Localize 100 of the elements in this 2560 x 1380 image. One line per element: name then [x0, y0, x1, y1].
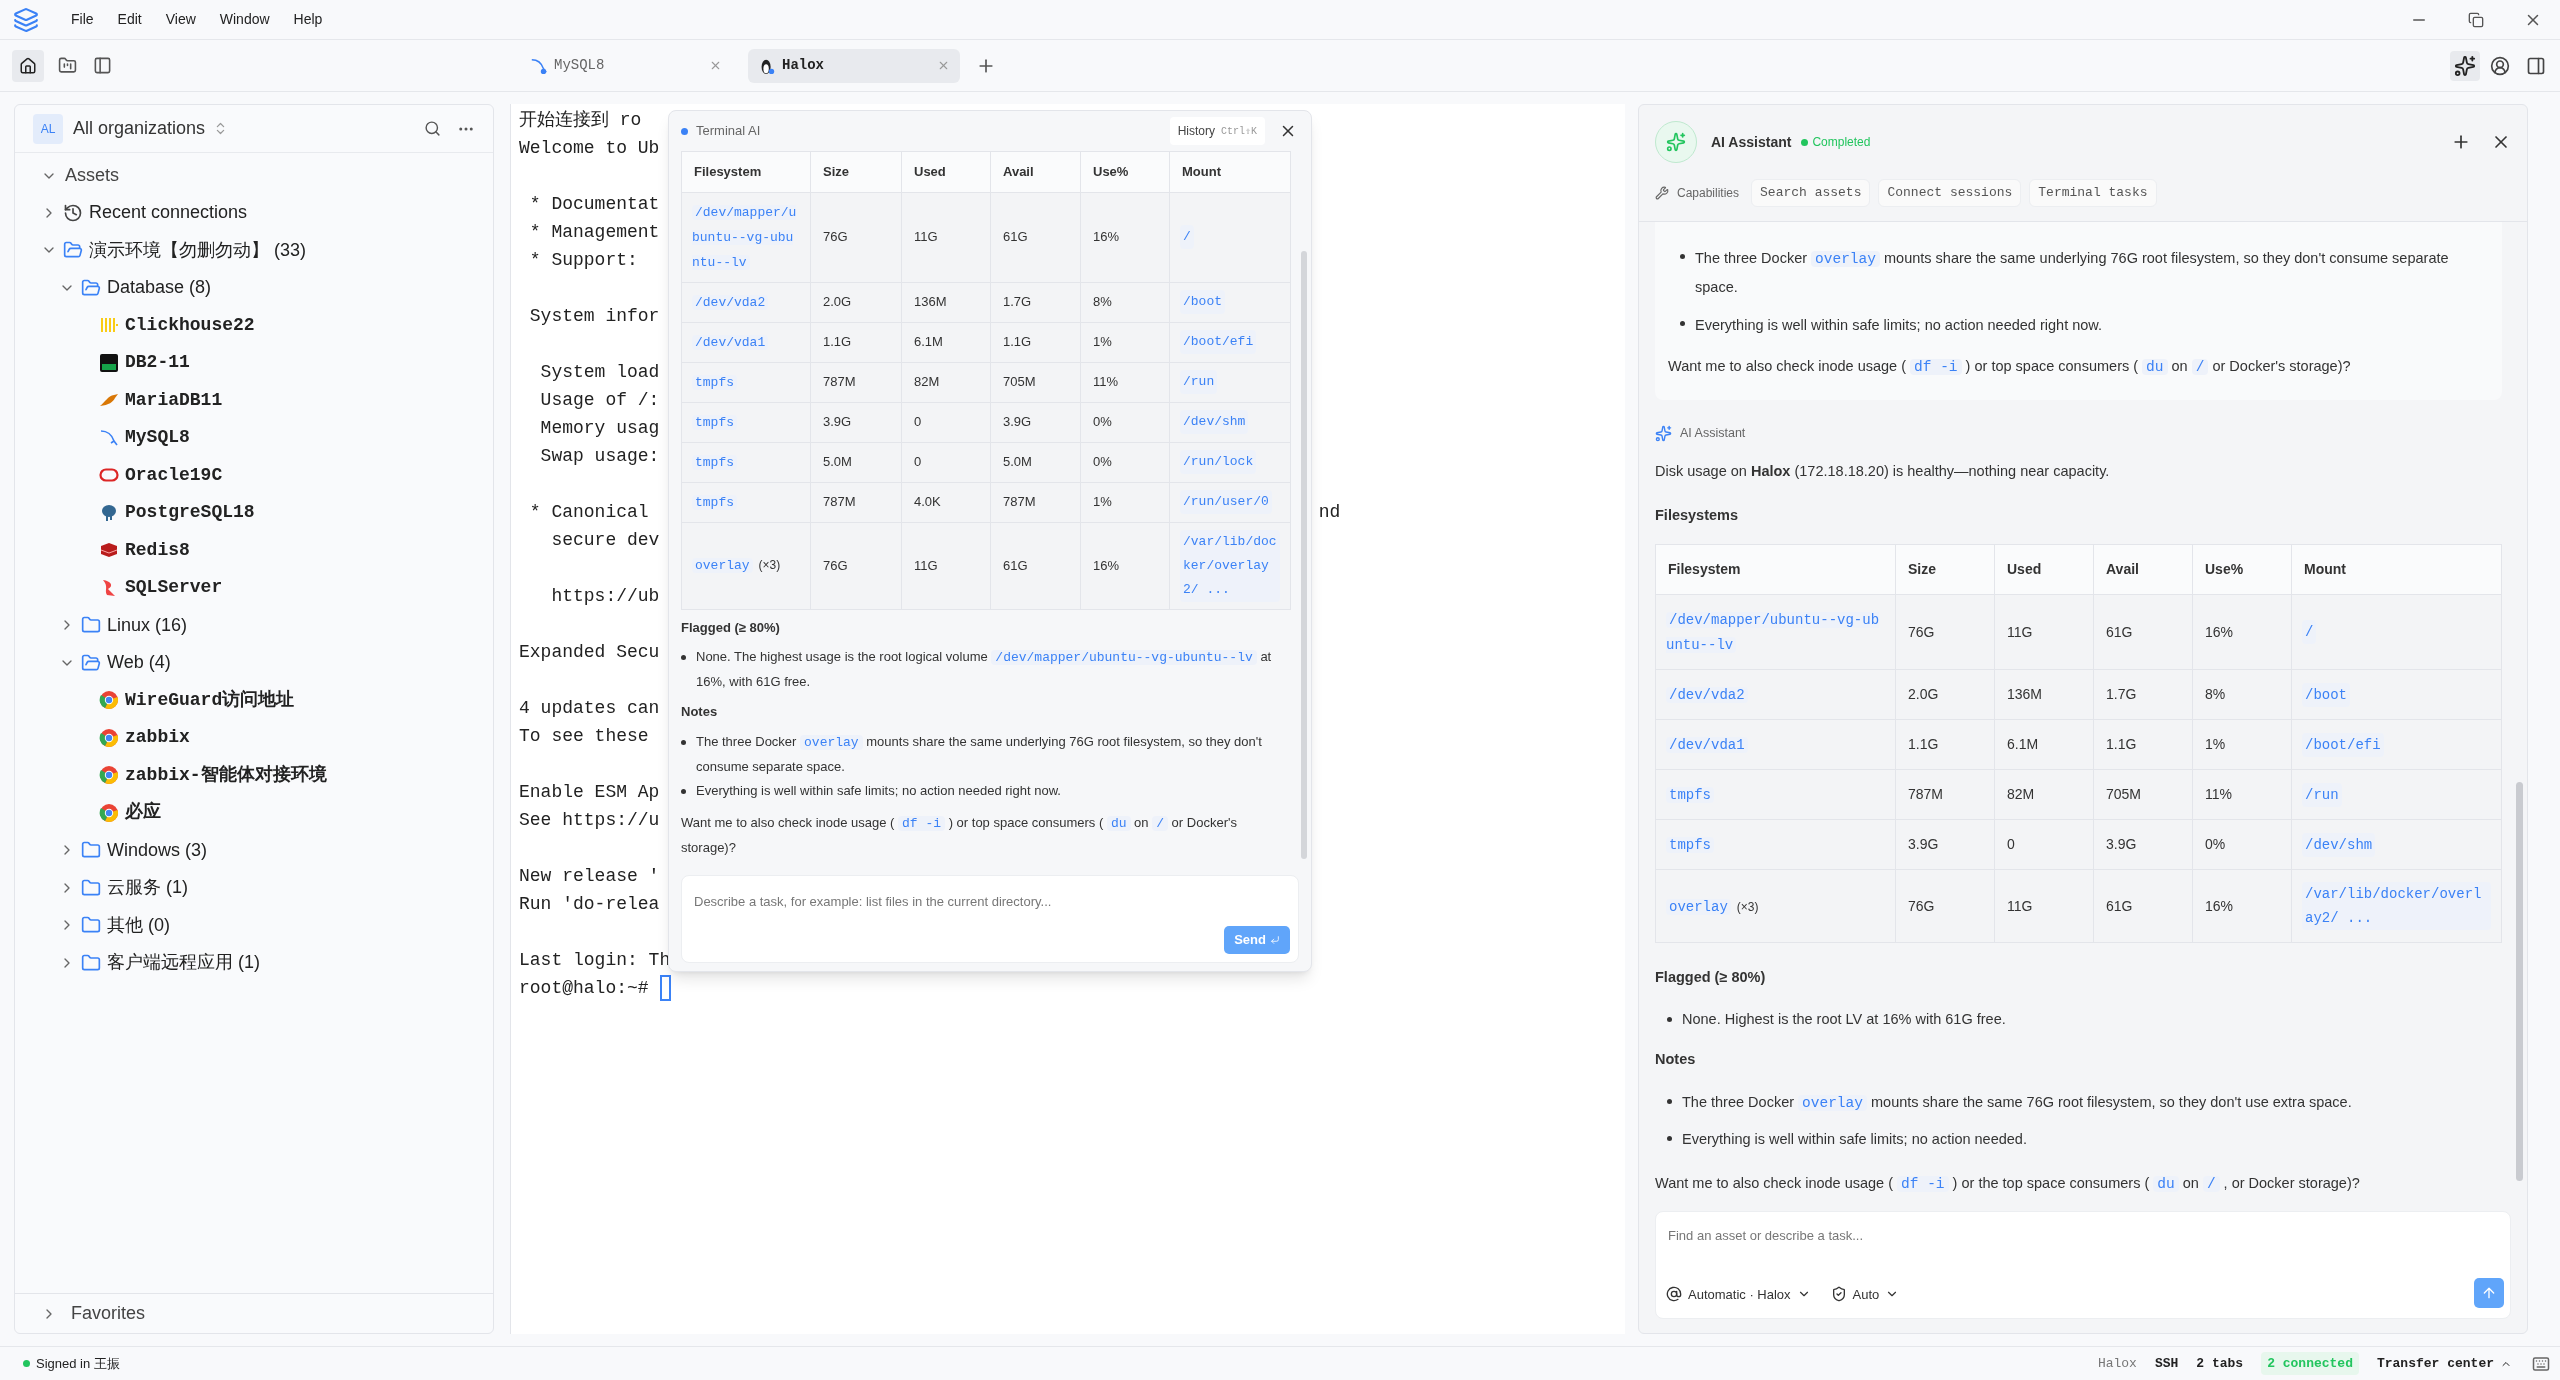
table-cell: 1.1G — [2094, 720, 2193, 770]
tree-item[interactable]: MySQL8 — [15, 419, 493, 457]
mode-selector[interactable]: Auto — [1830, 1284, 1900, 1304]
sparkle-icon — [1655, 424, 1672, 442]
transfer-center-button[interactable]: Transfer center — [2376, 1353, 2512, 1374]
panel-toggle-icon[interactable] — [2526, 55, 2546, 76]
bullet-icon — [681, 739, 686, 745]
table-cell: /boot — [2292, 670, 2501, 720]
table-cell: 16% — [1081, 522, 1170, 609]
table-cell: /boot — [1170, 282, 1290, 322]
table-cell: 5.0M — [811, 442, 902, 482]
tree-item[interactable]: Windows (3) — [15, 831, 493, 869]
capability-chip[interactable]: Search assets — [1751, 179, 1871, 207]
tree-item[interactable]: Redis8 — [15, 531, 493, 569]
table-cell: /dev/vda2 — [682, 282, 811, 322]
capability-chip[interactable]: Connect sessions — [1878, 179, 2022, 207]
table-cell: 61G — [2094, 595, 2193, 670]
menu-item[interactable]: Help — [281, 9, 335, 30]
menu-item[interactable]: File — [59, 9, 106, 30]
tree-item[interactable]: 必应 — [15, 794, 493, 832]
table-cell: 76G — [1896, 870, 1995, 943]
terminal-line: Welcome to Ub — [519, 137, 660, 160]
terminal-line: See https://u — [519, 809, 660, 832]
table-cell: 1% — [2193, 720, 2292, 770]
tree-item[interactable]: 其他 (0) — [15, 906, 493, 944]
org-selector[interactable]: All organizations — [73, 115, 229, 142]
terminal-line: * Management — [528, 221, 660, 244]
tree-item[interactable]: Linux (16) — [15, 606, 493, 644]
terminal-line: secure dev — [550, 529, 660, 552]
popup-title: Terminal AI — [696, 122, 761, 141]
chat-input[interactable]: Find an asset or describe a task... Automatic · Halox Auto — [1655, 1211, 2511, 1319]
table-cell: / — [2292, 595, 2501, 670]
terminal-line: Usage of /: — [539, 389, 660, 412]
folder-icon — [81, 915, 101, 936]
tree-item[interactable]: Web (4) — [15, 644, 493, 682]
sidebar-toggle-icon[interactable] — [93, 56, 112, 75]
tabs-count: 2 tabs — [2196, 1354, 2244, 1373]
tab[interactable]: MySQL8 — [520, 48, 732, 83]
column-header: Mount — [2303, 560, 2347, 580]
tree-item[interactable]: 云服务 (1) — [15, 869, 493, 907]
table-cell: 705M — [2094, 770, 2193, 820]
folder-icon[interactable] — [58, 56, 77, 75]
tree-item[interactable]: SQLServer — [15, 569, 493, 607]
tree-item[interactable]: Database (8) — [15, 269, 493, 307]
ai-button[interactable] — [2450, 50, 2480, 81]
tab[interactable]: Halox — [748, 48, 960, 83]
tree-item[interactable]: zabbix-智能体对接环境 — [15, 756, 493, 794]
table-cell: /dev/shm — [2292, 820, 2501, 870]
table-cell: 0 — [902, 442, 991, 482]
tree-item[interactable]: Clickhouse22 — [15, 306, 493, 344]
terminal-line: System infor — [528, 305, 660, 328]
task-field[interactable]: Describe a task, for example: list files in the current directory... — [682, 876, 1298, 912]
menu-item[interactable]: Window — [207, 9, 282, 30]
table-cell: tmpfs — [682, 402, 811, 442]
keyboard-icon[interactable] — [2532, 1354, 2550, 1373]
target-selector[interactable]: Automatic · Halox — [1666, 1284, 1811, 1304]
tree-item[interactable]: PostgreSQL18 — [15, 494, 493, 532]
tree-item[interactable]: 客户端远程应用 (1) — [15, 944, 493, 982]
bullet-icon — [1667, 1017, 1672, 1022]
home-button[interactable] — [12, 49, 44, 82]
table-cell: 0 — [1995, 820, 2094, 870]
bullet-text: None. The highest usage is the root logical volume /dev/mapper/ubuntu--vg-ubuntu--lv at 16%, with 61G free. — [696, 648, 1273, 691]
column-header: Used — [902, 152, 991, 192]
table-cell: 136M — [902, 282, 991, 322]
table-cell: 8% — [2193, 670, 2292, 720]
bullet-text: Everything is well within safe limits; no action needed right now. — [696, 781, 1061, 800]
table-cell: /run/lock — [1170, 442, 1290, 482]
table-cell: /boot/efi — [2292, 720, 2501, 770]
table-cell: 1% — [1081, 482, 1170, 522]
history-button[interactable]: History Ctrl⇧K — [1169, 117, 1265, 145]
tree-item[interactable]: 演示环境【勿删勿动】 (33) — [15, 231, 493, 269]
tree-item[interactable]: Oracle19C — [15, 456, 493, 494]
tree-item[interactable]: DB2-11 — [15, 344, 493, 382]
table-cell: 2.0G — [1896, 670, 1995, 720]
section-header[interactable]: Assets — [15, 157, 493, 194]
table-cell: tmpfs — [1656, 820, 1896, 870]
capability-chip[interactable]: Terminal tasks — [2029, 179, 2157, 207]
favorites-header[interactable]: Favorites — [15, 1293, 493, 1333]
close-tab-icon[interactable] — [709, 59, 722, 72]
session-label: Halox — [2097, 1354, 2137, 1373]
search-icon[interactable] — [424, 120, 441, 137]
table-cell: 11G — [1995, 595, 2094, 670]
tree-item[interactable]: zabbix — [15, 719, 493, 757]
account-icon[interactable] — [2490, 55, 2510, 76]
tree-item[interactable]: WireGuard访问地址 — [15, 681, 493, 719]
tree-item[interactable]: Recent connections — [15, 194, 493, 232]
browser-icon — [99, 727, 119, 748]
table-cell: 3.9G — [811, 402, 902, 442]
table-cell: 61G — [991, 192, 1081, 282]
menu-item[interactable]: View — [153, 9, 208, 30]
tree-item[interactable]: MariaDB11 — [15, 381, 493, 419]
column-header: Avail — [2094, 545, 2193, 595]
bullet-icon — [681, 655, 686, 660]
menu-item[interactable]: Edit — [105, 9, 154, 30]
table-cell: 0 — [902, 402, 991, 442]
restore-icon[interactable] — [2468, 11, 2484, 28]
table-cell: 136M — [1995, 670, 2094, 720]
section-heading: Flagged (≥ 80%) — [681, 618, 781, 637]
table-cell: /dev/vda2 — [1656, 670, 1896, 720]
chat-field[interactable]: Find an asset or describe a task... — [1656, 1212, 2510, 1246]
